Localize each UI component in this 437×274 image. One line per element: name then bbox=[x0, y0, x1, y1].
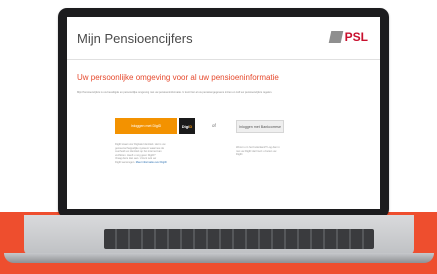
app-title: Mijn Pensioencijfers bbox=[77, 31, 193, 46]
login-digid-button[interactable]: Inloggen met DigiD bbox=[115, 118, 177, 134]
digid-info-line-end: DigiD aanvragen. bbox=[115, 160, 136, 164]
abroad-info-text: Woont u in het buitenland? Log dan in me… bbox=[236, 146, 296, 157]
keyboard bbox=[104, 229, 374, 249]
app-header: Mijn Pensioencijfers PSL bbox=[67, 17, 380, 60]
digid-info-link[interactable]: Meer informatie over DigiD bbox=[136, 161, 167, 164]
digid-info-text: DigiD staat voor Digitale Identiteit. He… bbox=[115, 143, 193, 165]
laptop-lid: Mijn Pensioencijfers PSL Uw persoonlijke… bbox=[58, 8, 389, 218]
psl-logo[interactable]: PSL bbox=[328, 30, 368, 44]
digid-logo-icon: Digi D bbox=[179, 118, 195, 134]
digid-logo-d: D bbox=[189, 123, 193, 129]
laptop-base bbox=[4, 215, 434, 265]
intro-text: Mijn Pensioencijfers is uw beveiligde en… bbox=[77, 91, 273, 94]
digid-info-line: DigiD aanvragen. Meer informatie over Di… bbox=[115, 161, 193, 165]
laptop-base-edge bbox=[4, 253, 434, 263]
psl-logo-text: PSL bbox=[344, 30, 368, 44]
laptop-deck bbox=[24, 215, 414, 255]
abroad-info-line: DigiD. bbox=[236, 153, 244, 157]
or-separator: of bbox=[212, 123, 216, 128]
laptop-screen: Mijn Pensioencijfers PSL Uw persoonlijke… bbox=[67, 17, 380, 209]
login-bank-button[interactable]: Inloggen met Bankcorrese bbox=[236, 120, 284, 133]
digid-logo-di: Digi bbox=[181, 123, 190, 129]
psl-logo-icon bbox=[328, 31, 343, 43]
page-heading: Uw persoonlijke omgeving voor al uw pens… bbox=[77, 73, 279, 82]
